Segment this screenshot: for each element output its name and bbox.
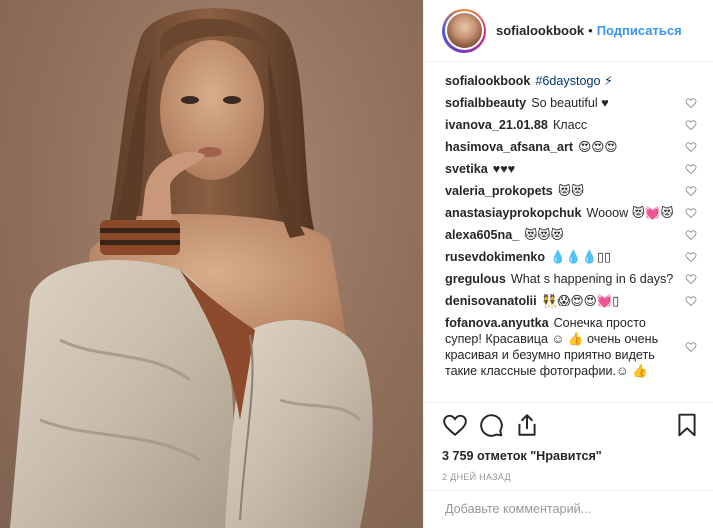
comment-like-heart-icon[interactable] xyxy=(685,295,697,307)
comment-like-heart-icon[interactable] xyxy=(685,341,697,353)
comment-like-heart-icon[interactable] xyxy=(685,229,697,241)
comment-item: hasimova_afsana_art 😍😍😍 xyxy=(445,139,703,155)
comment-username[interactable]: denisovanatolii xyxy=(445,294,537,308)
comment-item: denisovanatolii 👯😱😍😍💓▯ xyxy=(445,293,703,309)
comment-text: Класс xyxy=(552,118,588,132)
comment-like-heart-icon[interactable] xyxy=(685,207,697,219)
comment-username[interactable]: ivanova_21.01.88 xyxy=(445,118,548,132)
likes-count[interactable]: 3 759 отметок "Нравится" xyxy=(442,449,700,463)
post-header: sofialookbook • Подписаться xyxy=(424,0,713,62)
comment-username[interactable]: hasimova_afsana_art xyxy=(445,140,573,154)
comment-like-heart-icon[interactable] xyxy=(685,97,697,109)
comment-item: fofanova.anyutka Сонечка просто супер! Кр… xyxy=(445,315,703,379)
comment-username[interactable]: gregulous xyxy=(445,272,506,286)
comment-like-heart-icon[interactable] xyxy=(685,141,697,153)
comment-like-heart-icon[interactable] xyxy=(685,185,697,197)
comment-text: So beautiful ♥ xyxy=(531,96,609,110)
caption-username[interactable]: sofialookbook xyxy=(445,74,530,88)
comment-username[interactable]: valeria_prokopets xyxy=(445,184,553,198)
comment-item: sofialbbeauty So beautiful ♥ xyxy=(445,95,703,111)
comment-username[interactable]: sofialbbeauty xyxy=(445,96,526,110)
comment-item: anastasiayprokopchuk Wooow 😻💓😻 xyxy=(445,205,703,221)
post-side-panel: sofialookbook • Подписаться sofialookboo… xyxy=(423,0,713,528)
comment-item: valeria_prokopets 😻😻 xyxy=(445,183,703,199)
caption-hashtag[interactable]: #6daystogo xyxy=(535,74,600,88)
header-username[interactable]: sofialookbook xyxy=(496,23,584,38)
comment-item: alexa605na_ 😻😻😻 xyxy=(445,227,703,243)
post-actions: 3 759 отметок "Нравится" 2 ДНЕЙ НАЗАД xyxy=(424,402,713,482)
comment-like-heart-icon[interactable] xyxy=(685,273,697,285)
comment-like-heart-icon[interactable] xyxy=(685,163,697,175)
comment-text: What s happening in 6 days? xyxy=(510,272,674,286)
avatar-image xyxy=(444,11,484,50)
action-icons-row xyxy=(442,411,700,439)
heart-icon[interactable] xyxy=(442,412,468,438)
caption: sofialookbook #6daystogo ⚡ xyxy=(445,73,703,89)
comment-text: 👯😱😍😍💓▯ xyxy=(541,294,620,308)
caption-suffix: ⚡ xyxy=(604,74,613,88)
share-icon[interactable] xyxy=(514,412,540,438)
bookmark-icon[interactable] xyxy=(674,412,700,438)
follow-button[interactable]: Подписаться xyxy=(597,23,682,38)
comment-text: 😍😍😍 xyxy=(578,140,618,154)
comments-list: sofialookbook #6daystogo ⚡ sofialbbeauty S… xyxy=(424,62,713,379)
comment-like-heart-icon[interactable] xyxy=(685,119,697,131)
header-separator: • xyxy=(588,23,593,38)
comment-text: 😻😻😻 xyxy=(524,228,564,242)
avatar[interactable] xyxy=(442,8,486,53)
comment-username[interactable]: anastasiayprokopchuk xyxy=(445,206,581,220)
comment-item: rusevdokimenko 💧💧💧▯▯ xyxy=(445,249,703,265)
comment-username[interactable]: alexa605na_ xyxy=(445,228,519,242)
photo-illustration xyxy=(10,8,373,528)
comment-item: gregulous What s happening in 6 days? xyxy=(445,271,703,287)
post-date[interactable]: 2 ДНЕЙ НАЗАД xyxy=(442,472,700,482)
comment-text: ♥♥♥ xyxy=(492,162,516,176)
comment-username[interactable]: fofanova.anyutka xyxy=(445,316,549,330)
comment-item: ivanova_21.01.88 Класс xyxy=(445,117,703,133)
comment-username[interactable]: svetika xyxy=(445,162,488,176)
comment-text: 😻😻 xyxy=(557,184,585,198)
instagram-post: sofialookbook • Подписаться sofialookboo… xyxy=(0,0,713,528)
comment-text: 💧💧💧▯▯ xyxy=(550,250,611,264)
add-comment-input[interactable] xyxy=(445,502,695,516)
comment-username[interactable]: rusevdokimenko xyxy=(445,250,545,264)
add-comment-section xyxy=(424,490,713,528)
comment-icon[interactable] xyxy=(478,412,504,438)
comment-like-heart-icon[interactable] xyxy=(685,251,697,263)
comment-text: Wooow 😻💓😻 xyxy=(586,206,674,220)
comment-item: svetika ♥♥♥ xyxy=(445,161,703,177)
post-photo[interactable] xyxy=(0,0,423,528)
